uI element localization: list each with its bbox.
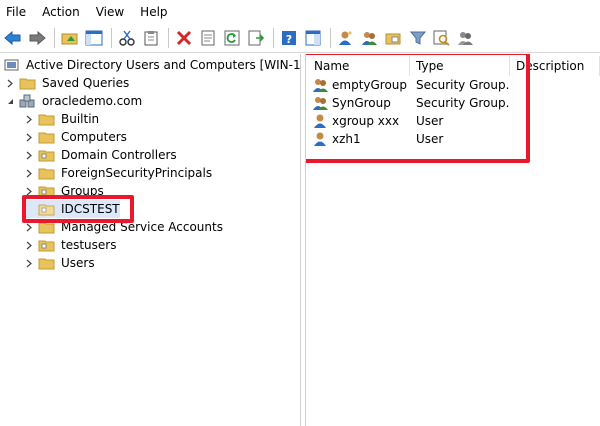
tree-item-builtin[interactable]: Builtin: [24, 110, 99, 128]
tree-item-label: Builtin: [61, 112, 100, 126]
find-icon[interactable]: [431, 27, 453, 49]
tree-item-label: Domain Controllers: [61, 148, 177, 162]
tree-item-saved-queries[interactable]: Saved Queries: [5, 74, 129, 92]
menu-bar: File Action View Help: [0, 0, 600, 24]
forward-icon[interactable]: [26, 27, 48, 49]
expand-arrow-icon[interactable]: [24, 128, 34, 146]
folder-icon: [19, 75, 37, 91]
copy-icon[interactable]: [140, 27, 162, 49]
folder-icon: [38, 165, 56, 181]
cut-icon[interactable]: [116, 27, 138, 49]
expand-arrow-icon[interactable]: [5, 74, 15, 92]
back-icon[interactable]: [2, 27, 24, 49]
tree-item-label: Computers: [61, 130, 127, 144]
folder-icon: [38, 111, 56, 127]
ou-folder-icon: [38, 237, 56, 253]
highlight-box: [22, 195, 134, 223]
tree-item-label: testusers: [61, 238, 117, 252]
expand-arrow-icon[interactable]: [24, 110, 34, 128]
toolbar: ?: [0, 24, 600, 53]
tree-item-label: ForeignSecurityPrincipals: [61, 166, 213, 180]
menu-action[interactable]: Action: [34, 0, 88, 24]
console-tree[interactable]: Active Directory Users and Computers [WI…: [0, 54, 300, 426]
menu-file[interactable]: File: [0, 0, 34, 24]
tree-item-label: Users: [61, 256, 95, 270]
toolbar-separator: [111, 28, 112, 48]
expand-arrow-icon[interactable]: [24, 236, 34, 254]
details-list[interactable]: Name Type Description emptyGroup Securit…: [306, 54, 600, 426]
new-group-icon[interactable]: [359, 27, 381, 49]
toolbar-separator: [168, 28, 169, 48]
collapse-arrow-icon[interactable]: [5, 92, 15, 110]
export-list-icon[interactable]: [245, 27, 267, 49]
menu-view[interactable]: View: [88, 0, 132, 24]
tree-root-label: Active Directory Users and Computers [WI…: [26, 58, 300, 72]
up-folder-icon[interactable]: [59, 27, 81, 49]
add-to-group-icon[interactable]: [455, 27, 477, 49]
toolbar-separator: [54, 28, 55, 48]
expand-arrow-icon[interactable]: [24, 164, 34, 182]
show-hide-action-pane-icon[interactable]: [302, 27, 324, 49]
tree-item-foreign-security-principals[interactable]: ForeignSecurityPrincipals: [24, 164, 212, 182]
tree-item-users[interactable]: Users: [24, 254, 95, 272]
console-root-icon: [3, 57, 21, 73]
highlight-box: [306, 54, 530, 163]
tree-item-domain[interactable]: oracledemo.com: [5, 92, 142, 110]
new-ou-icon[interactable]: [383, 27, 405, 49]
tree-item-computers[interactable]: Computers: [24, 128, 127, 146]
folder-icon: [38, 129, 56, 145]
show-console-tree-icon[interactable]: [83, 27, 105, 49]
tree-item-label: Saved Queries: [42, 76, 130, 90]
expand-arrow-icon[interactable]: [24, 146, 34, 164]
domain-icon: [19, 93, 37, 109]
toolbar-separator: [273, 28, 274, 48]
expand-arrow-icon[interactable]: [24, 254, 34, 272]
properties-icon[interactable]: [197, 27, 219, 49]
toolbar-separator: [330, 28, 331, 48]
folder-icon: [38, 255, 56, 271]
tree-item-label: oracledemo.com: [42, 94, 143, 108]
new-user-icon[interactable]: [335, 27, 357, 49]
filter-icon[interactable]: [407, 27, 429, 49]
tree-item-domain-controllers[interactable]: Domain Controllers: [24, 146, 177, 164]
tree-root[interactable]: Active Directory Users and Computers [WI…: [3, 56, 300, 74]
delete-icon[interactable]: [173, 27, 195, 49]
refresh-icon[interactable]: [221, 27, 243, 49]
ou-folder-icon: [38, 147, 56, 163]
help-icon[interactable]: ?: [278, 27, 300, 49]
tree-item-testusers[interactable]: testusers: [24, 236, 116, 254]
svg-text:?: ?: [286, 33, 292, 46]
menu-help[interactable]: Help: [132, 0, 175, 24]
